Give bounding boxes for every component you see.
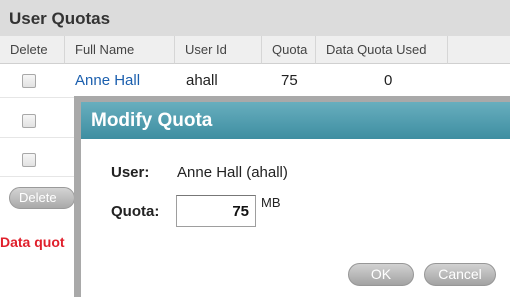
quota-unit-label: MB: [261, 195, 281, 210]
quota-input[interactable]: [176, 195, 256, 227]
row-checkbox[interactable]: [22, 153, 36, 167]
column-header-user-id[interactable]: User Id: [175, 36, 262, 64]
column-header-quota[interactable]: Quota: [262, 36, 316, 64]
data-quota-used-cell: 0: [384, 72, 393, 89]
quota-cell: 75: [281, 72, 298, 89]
column-header-delete[interactable]: Delete: [0, 36, 65, 64]
delete-button[interactable]: Delete: [9, 187, 75, 209]
row-checkbox[interactable]: [22, 114, 36, 128]
quota-label: Quota:: [111, 203, 160, 220]
user-value: Anne Hall (ahall): [177, 164, 288, 181]
error-message: Data quot: [0, 234, 65, 250]
ok-button[interactable]: OK: [348, 263, 414, 286]
cancel-button[interactable]: Cancel: [424, 263, 496, 286]
row-checkbox[interactable]: [22, 74, 36, 88]
modify-quota-dialog: Modify Quota User: Anne Hall (ahall) Quo…: [74, 96, 510, 297]
table-row: Anne Hall ahall 75 0: [0, 64, 510, 98]
full-name-link[interactable]: Anne Hall: [75, 64, 140, 98]
user-id-cell: ahall: [186, 72, 218, 89]
column-header-full-name[interactable]: Full Name: [65, 36, 175, 64]
column-header-data-quota-used[interactable]: Data Quota Used: [316, 36, 448, 64]
panel-title: User Quotas: [0, 0, 510, 36]
user-label: User:: [111, 164, 150, 181]
dialog-title[interactable]: Modify Quota: [81, 102, 510, 139]
column-header-empty: [448, 36, 510, 64]
